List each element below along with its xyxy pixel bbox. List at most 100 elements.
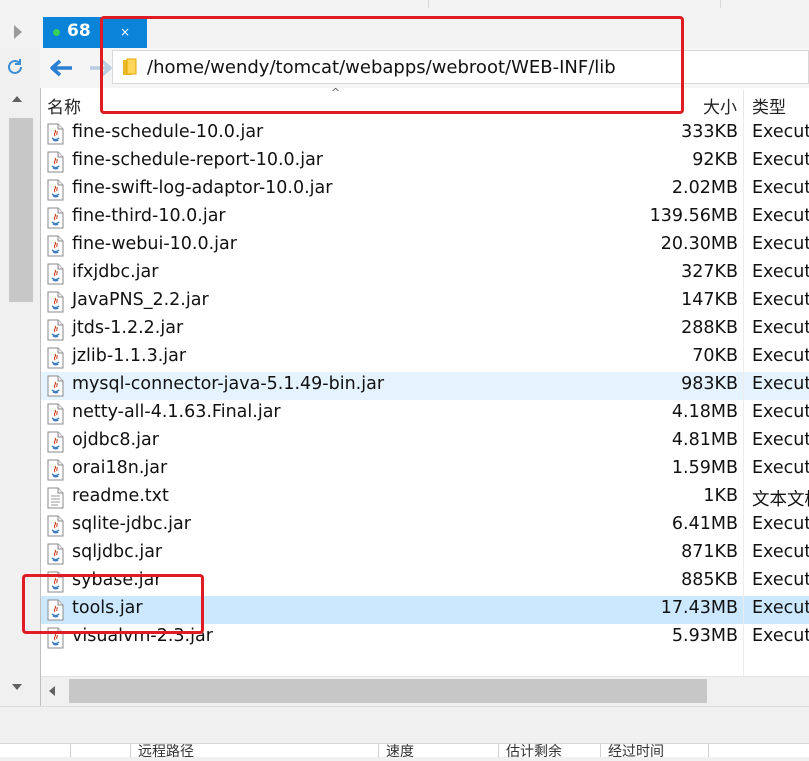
horizontal-scrollbar[interactable] — [41, 676, 809, 707]
file-type: Executa — [752, 598, 809, 618]
file-row[interactable]: fine-third-10.0.jar 139.56MB Executa — [41, 204, 809, 232]
jar-file-icon — [47, 207, 64, 229]
file-name: sqlite-jdbc.jar — [72, 514, 191, 534]
file-type: Executa — [752, 318, 809, 338]
file-type: Executa — [752, 290, 809, 310]
file-size: 17.43MB — [660, 598, 738, 618]
remote-path-header[interactable]: 远程路径 — [138, 741, 194, 761]
file-size: 147KB — [681, 290, 738, 310]
horizontal-scroll-thumb[interactable] — [69, 679, 707, 703]
file-type: Executa — [752, 374, 809, 394]
file-size: 1.59MB — [671, 458, 738, 478]
file-type: Executa — [752, 206, 809, 226]
file-row[interactable]: fine-schedule-report-10.0.jar 92KB Executa — [41, 148, 809, 176]
play-icon[interactable] — [14, 25, 22, 39]
speed-header[interactable]: 速度 — [386, 741, 414, 761]
file-size: 92KB — [692, 150, 738, 170]
file-type: Executa — [752, 346, 809, 366]
jar-file-icon — [47, 431, 64, 453]
jar-file-icon — [47, 123, 64, 145]
file-row[interactable]: ifxjdbc.jar 327KB Executa — [41, 260, 809, 288]
text-file-icon — [47, 487, 64, 509]
file-type: 文本文档 — [752, 490, 809, 510]
file-rows: fine-schedule-10.0.jar333KBExecutafine-s… — [41, 120, 809, 652]
column-divider[interactable] — [743, 90, 744, 118]
file-name: mysql-connector-java-5.1.49-bin.jar — [72, 374, 385, 394]
file-name: fine-schedule-report-10.0.jar — [72, 150, 324, 170]
type-column-header[interactable]: 类型 — [752, 93, 786, 118]
transfer-panel: 远程路径 速度 估计剩余 经过时间 — [0, 706, 809, 760]
file-size: 6.41MB — [671, 514, 738, 534]
file-row[interactable]: sqljdbc.jar 871KB Executa — [41, 540, 809, 568]
path-highlight-box — [100, 16, 684, 114]
file-name: sqljdbc.jar — [72, 542, 163, 562]
column-divider-line — [743, 118, 744, 676]
file-size: 20.30MB — [660, 234, 738, 254]
file-row[interactable]: fine-swift-log-adaptor-10.0.jar 2.02MB Exe… — [41, 176, 809, 204]
file-type: Executa — [752, 402, 809, 422]
file-size: 70KB — [692, 346, 738, 366]
file-row[interactable]: fine-schedule-10.0.jar 333KB Executa — [41, 120, 809, 148]
file-row[interactable]: mysql-connector-java-5.1.49-bin.jar 983KB… — [41, 372, 809, 400]
session-tab[interactable]: 68 — [43, 17, 103, 48]
scroll-down-icon[interactable] — [12, 684, 22, 690]
size-column-header[interactable]: 大小 — [703, 93, 737, 118]
scroll-thumb[interactable] — [9, 118, 33, 302]
file-name: jtds-1.2.2.jar — [72, 318, 184, 338]
jar-file-icon — [47, 459, 64, 481]
file-row[interactable]: JavaPNS_2.2.jar 147KB Executa — [41, 288, 809, 316]
file-row[interactable]: netty-all-4.1.63.Final.jar 4.18MB Executa — [41, 400, 809, 428]
connected-status-icon — [53, 29, 60, 36]
file-size: 5.93MB — [671, 626, 738, 646]
file-name: jzlib-1.1.3.jar — [72, 346, 187, 366]
file-row[interactable]: fine-webui-10.0.jar 20.30MB Executa — [41, 232, 809, 260]
file-size: 1KB — [703, 486, 738, 506]
file-row[interactable]: orai18n.jar 1.59MB Executa — [41, 456, 809, 484]
file-type: Executa — [752, 458, 809, 478]
file-type: Executa — [752, 514, 809, 534]
file-size: 4.81MB — [671, 430, 738, 450]
file-type: Executa — [752, 122, 809, 142]
file-size: 885KB — [681, 570, 738, 590]
file-name: fine-schedule-10.0.jar — [72, 122, 264, 142]
jar-file-icon — [47, 179, 64, 201]
file-type: Executa — [752, 178, 809, 198]
file-name: netty-all-4.1.63.Final.jar — [72, 402, 281, 422]
tools-jar-highlight-box — [22, 574, 204, 634]
jar-file-icon — [47, 319, 64, 341]
jar-file-icon — [47, 515, 64, 537]
file-size: 139.56MB — [649, 206, 738, 226]
file-row[interactable]: sqlite-jdbc.jar 6.41MB Executa — [41, 512, 809, 540]
jar-file-icon — [47, 235, 64, 257]
file-name: fine-webui-10.0.jar — [72, 234, 237, 254]
jar-file-icon — [47, 347, 64, 369]
file-type: Executa — [752, 234, 809, 254]
file-name: JavaPNS_2.2.jar — [72, 290, 209, 310]
file-size: 871KB — [681, 542, 738, 562]
jar-file-icon — [47, 291, 64, 313]
file-row[interactable]: ojdbc8.jar 4.81MB Executa — [41, 428, 809, 456]
elapsed-header[interactable]: 经过时间 — [608, 741, 664, 761]
file-type: Executa — [752, 542, 809, 562]
file-name: ifxjdbc.jar — [72, 262, 159, 282]
scroll-up-icon[interactable] — [12, 96, 22, 102]
jar-file-icon — [47, 151, 64, 173]
file-row[interactable]: readme.txt 1KB 文本文档 — [41, 484, 809, 512]
refresh-icon[interactable] — [6, 58, 24, 76]
file-name: orai18n.jar — [72, 458, 168, 478]
file-row[interactable]: jtds-1.2.2.jar 288KB Executa — [41, 316, 809, 344]
eta-header[interactable]: 估计剩余 — [506, 741, 562, 761]
top-strip — [0, 0, 809, 14]
file-size: 2.02MB — [671, 178, 738, 198]
back-arrow-icon[interactable] — [48, 58, 74, 78]
jar-file-icon — [47, 263, 64, 285]
jar-file-icon — [47, 543, 64, 565]
file-size: 983KB — [681, 374, 738, 394]
file-row[interactable]: jzlib-1.1.3.jar 70KB Executa — [41, 344, 809, 372]
file-name: fine-third-10.0.jar — [72, 206, 226, 226]
jar-file-icon — [47, 403, 64, 425]
file-name: ojdbc8.jar — [72, 430, 159, 450]
name-column-header[interactable]: 名称 — [47, 93, 81, 118]
scroll-left-icon[interactable] — [49, 686, 55, 696]
session-tab-label: 68 — [67, 21, 91, 41]
